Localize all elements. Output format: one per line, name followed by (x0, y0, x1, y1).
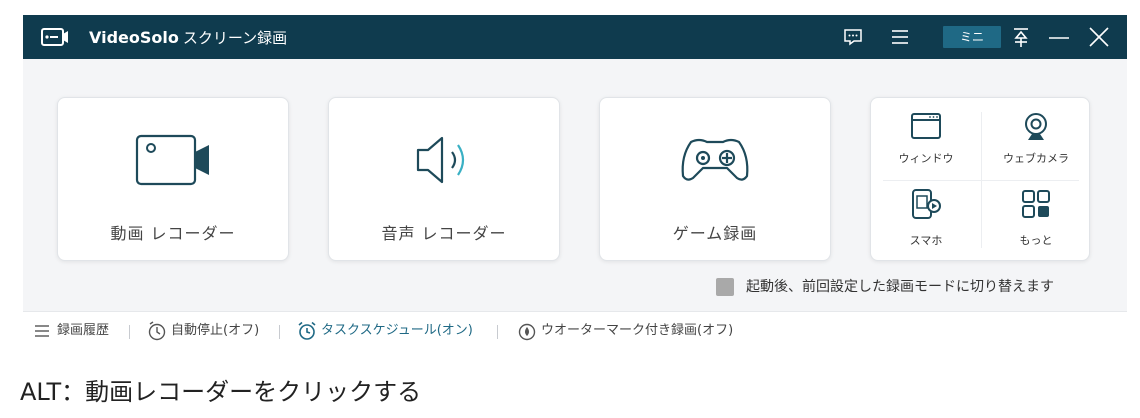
window-recorder-option[interactable]: ウィンドウ (871, 98, 981, 180)
app-title: VideoSolo スクリーン録画 (89, 27, 287, 48)
feedback-icon[interactable] (841, 25, 865, 49)
phone-recorder-label: スマホ (909, 234, 943, 247)
close-icon[interactable] (1087, 25, 1111, 49)
bottom-toolbar: 録画履歴 自動停止(オフ) タスクスケジュール(オン) ウオーターマーク付き録画… (23, 311, 1127, 349)
speaker-icon (416, 136, 465, 184)
pin-icon[interactable] (1009, 25, 1033, 49)
window-icon (911, 113, 941, 139)
audio-recorder-card[interactable]: 音声 レコーダー (328, 97, 560, 261)
video-recorder-card[interactable]: 動画 レコーダー (57, 97, 289, 261)
menu-icon[interactable] (888, 25, 912, 49)
timer-icon (148, 321, 166, 341)
alarm-clock-icon (298, 321, 316, 340)
audio-recorder-label: 音声 レコーダー (381, 224, 507, 243)
minimize-icon[interactable] (1047, 25, 1071, 49)
toolbar-separator (129, 325, 130, 339)
remember-mode-checkbox[interactable] (716, 278, 734, 296)
toolbar-separator (497, 325, 498, 339)
title-bar: VideoSolo スクリーン録画 ミニ (23, 15, 1127, 59)
app-title-rest: スクリーン録画 (182, 29, 288, 47)
more-recorders-card: ウィンドウ ウェブカメラ スマホ もっと (870, 97, 1090, 261)
phone-icon (912, 189, 941, 219)
video-recorder-label: 動画 レコーダー (110, 224, 236, 243)
app-window: VideoSolo スクリーン録画 ミニ 動画 レコーダー 音声 レコーダー ゲ… (23, 15, 1127, 349)
app-logo-icon (41, 28, 68, 46)
webcam-icon (1025, 113, 1047, 140)
window-recorder-label: ウィンドウ (898, 152, 954, 165)
app-brand: VideoSolo (89, 28, 179, 47)
mini-mode-button[interactable]: ミニ (943, 26, 1001, 48)
droplet-icon (518, 323, 536, 341)
watermark-recording-label: ウオーターマーク付き録画(オフ) (541, 323, 734, 338)
grid-icon (1022, 190, 1050, 218)
remember-mode-label: 起動後、前回設定した録画モードに切り替えます (746, 279, 1054, 295)
task-schedule-label: タスクスケジュール(オン) (321, 323, 473, 338)
webcam-recorder-label: ウェブカメラ (1003, 152, 1069, 165)
game-recorder-card[interactable]: ゲーム録画 (599, 97, 831, 261)
phone-recorder-option[interactable]: スマホ (871, 180, 981, 262)
list-icon (35, 325, 49, 337)
gamepad-icon (681, 138, 749, 181)
toolbar-separator (279, 325, 280, 339)
more-options-label: もっと (1019, 234, 1053, 247)
more-options[interactable]: もっと (981, 180, 1091, 262)
game-recorder-label: ゲーム録画 (672, 224, 758, 243)
recording-history-label: 録画履歴 (57, 323, 110, 338)
video-camera-icon (135, 134, 209, 186)
instruction-caption: ALT：動画レコーダーをクリックする (20, 378, 422, 406)
webcam-recorder-option[interactable]: ウェブカメラ (981, 98, 1091, 180)
auto-stop-label: 自動停止(オフ) (171, 323, 260, 338)
